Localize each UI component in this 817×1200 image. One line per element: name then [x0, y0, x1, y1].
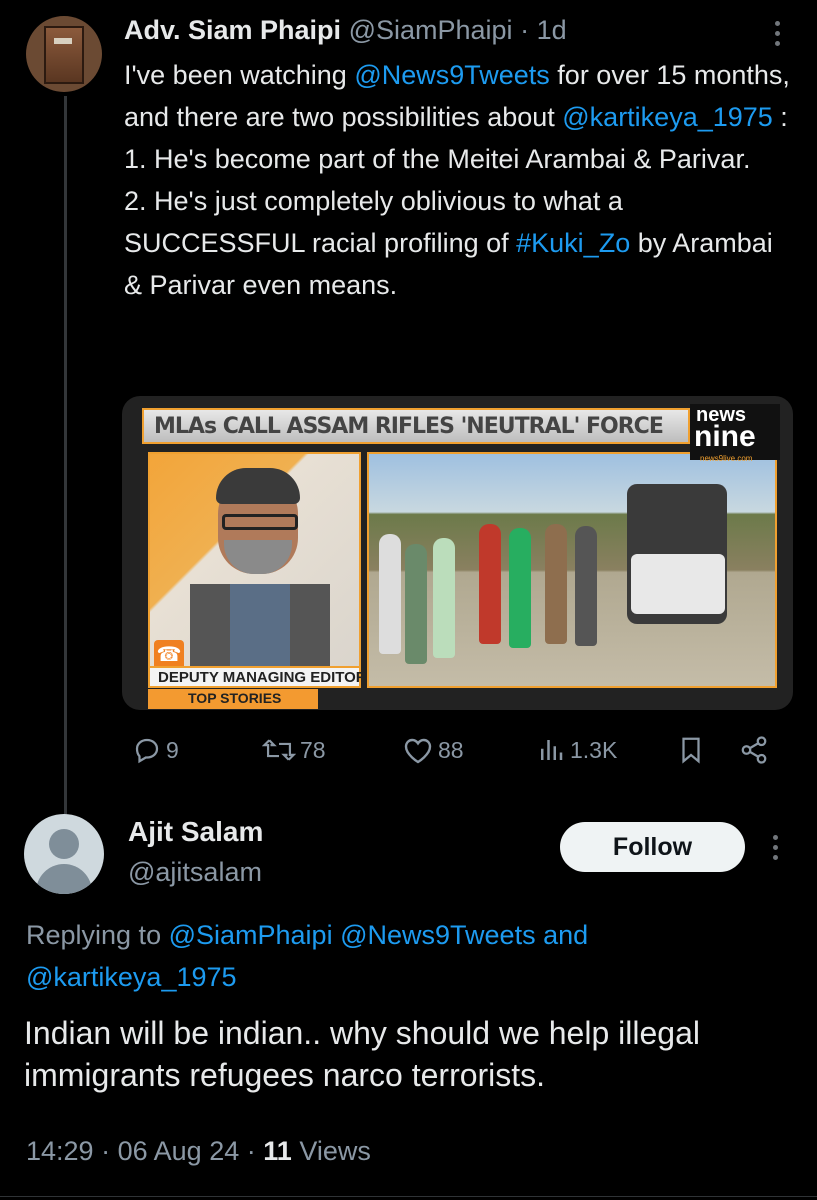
video-frame-right: [367, 452, 777, 688]
reply-time[interactable]: 14:29: [26, 1136, 94, 1166]
replying-to: Replying to @SiamPhaipi @News9Tweets and…: [26, 914, 786, 998]
mention-link[interactable]: @News9Tweets: [354, 60, 549, 90]
crowd-figure: [379, 534, 401, 654]
time-separator: ·: [520, 15, 530, 45]
door-image: [44, 26, 84, 84]
reply-button[interactable]: 9: [132, 730, 179, 770]
like-button[interactable]: 88: [402, 730, 464, 770]
tweet-paragraph-3: 2. He's just completely oblivious to wha…: [124, 180, 794, 306]
reply-views-label: Views: [299, 1136, 371, 1166]
crowd-figure: [545, 524, 567, 644]
default-avatar-head: [49, 829, 79, 859]
like-count: 88: [438, 736, 464, 763]
share-icon: [741, 736, 767, 764]
separator: ·: [101, 1136, 111, 1166]
more-icon[interactable]: [770, 20, 784, 48]
logo-text-main: nine: [694, 420, 756, 453]
bookmark-button[interactable]: [676, 730, 706, 770]
replying-and: and: [535, 920, 589, 950]
repost-icon: [262, 739, 296, 761]
repost-button[interactable]: 78: [262, 730, 326, 770]
separator: ·: [246, 1136, 256, 1166]
crowd-figure: [575, 526, 597, 646]
author-handle[interactable]: @SiamPhaipi: [349, 15, 513, 45]
share-button[interactable]: [738, 730, 770, 770]
views-icon: [541, 740, 563, 760]
tweet-actions: 9 78 88 1.3K: [124, 730, 784, 770]
video-frame-left: ☎: [148, 452, 361, 688]
reply-date[interactable]: 06 Aug 24: [118, 1136, 240, 1166]
crowd-figure: [509, 528, 531, 648]
mention-link[interactable]: @SiamPhaipi: [169, 920, 333, 950]
truck-front: [631, 554, 725, 614]
person-beard: [224, 540, 292, 574]
hashtag-link[interactable]: #Kuki_Zo: [516, 228, 630, 258]
crowd-figure: [479, 524, 501, 644]
mention-link[interactable]: @News9Tweets: [340, 920, 535, 950]
thread-line: [64, 96, 67, 816]
person-hair: [216, 468, 300, 504]
avatar[interactable]: [26, 16, 102, 92]
divider: [0, 1196, 817, 1197]
more-icon[interactable]: [768, 834, 782, 862]
text-segment: I've been watching: [124, 60, 355, 90]
door-plaque: [54, 38, 72, 44]
reply-count: 9: [166, 736, 179, 763]
reply-text: Indian will be indian.. why should we he…: [24, 1015, 700, 1093]
reply-icon: [135, 738, 159, 764]
follow-button[interactable]: Follow: [560, 822, 745, 872]
crowd-figure: [405, 544, 427, 664]
text-segment: :: [772, 102, 788, 132]
like-icon: [404, 738, 432, 764]
mention-link[interactable]: @kartikeya_1975: [562, 102, 773, 132]
tweet-time[interactable]: 1d: [537, 15, 567, 45]
reply-author-handle[interactable]: @ajitsalam: [128, 857, 262, 888]
banner-text: MLAs CALL ASSAM RIFLES 'NEUTRAL' FORCE: [154, 414, 664, 439]
bookmark-icon: [682, 737, 700, 764]
reply-author-name[interactable]: Ajit Salam: [128, 816, 263, 848]
tweet-media[interactable]: ☎ MLAs CALL ASSAM RIFLES 'NEUTRAL' FORCE…: [122, 396, 793, 710]
mention-link[interactable]: @kartikeya_1975: [26, 962, 237, 992]
lower-third-section: TOP STORIES: [148, 689, 318, 709]
avatar[interactable]: [24, 814, 104, 894]
reply-views-count: 11: [263, 1136, 292, 1166]
author-name[interactable]: Adv. Siam Phaipi: [124, 15, 341, 45]
tweet-paragraph-2: 1. He's become part of the Meitei Aramba…: [124, 144, 751, 174]
default-avatar-body: [36, 864, 92, 894]
reply-meta: 14:29 · 06 Aug 24 · 11 Views: [26, 1136, 371, 1167]
lower-third-caption: DEPUTY MANAGING EDITOR: [148, 666, 367, 688]
repost-count: 78: [300, 736, 326, 763]
section-text: TOP STORIES: [188, 690, 282, 706]
tweet-text: I've been watching @News9Tweets for over…: [124, 54, 794, 306]
caption-text: DEPUTY MANAGING EDITOR: [158, 669, 367, 686]
crowd-figure: [433, 538, 455, 658]
replying-prefix: Replying to: [26, 920, 169, 950]
views-button[interactable]: 1.3K: [536, 730, 617, 770]
person-glasses: [222, 514, 298, 530]
logo-url: news9live.com: [700, 454, 753, 463]
news-banner: MLAs CALL ASSAM RIFLES 'NEUTRAL' FORCE: [142, 408, 690, 444]
tweet-paragraph-1: I've been watching @News9Tweets for over…: [124, 54, 794, 138]
view-count: 1.3K: [570, 736, 618, 763]
news-nine-logo: news nine news9live.com: [690, 404, 780, 463]
tweet-header: Adv. Siam Phaipi @SiamPhaipi · 1d: [124, 14, 567, 46]
